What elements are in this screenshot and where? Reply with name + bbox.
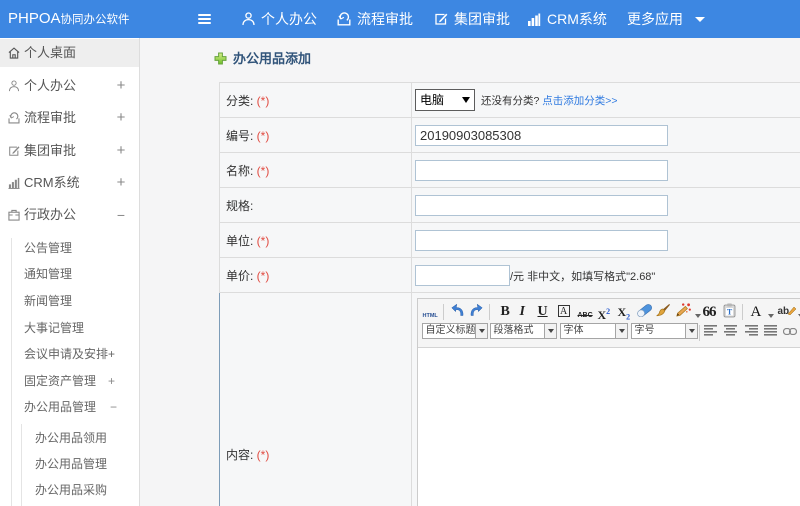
svg-text:T: T bbox=[726, 307, 732, 316]
